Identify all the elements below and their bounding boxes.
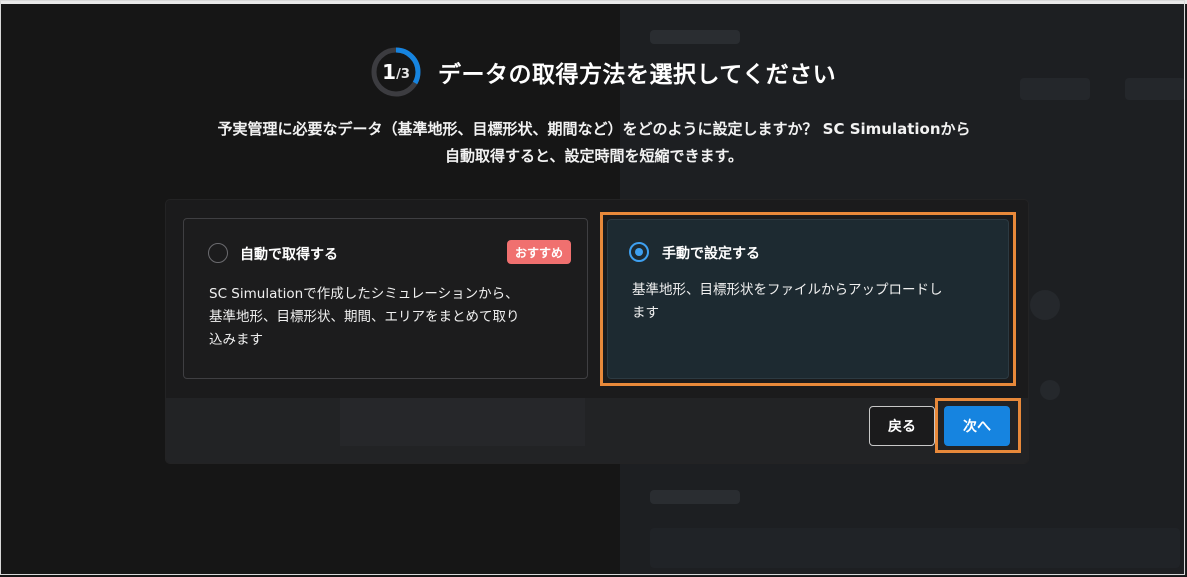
option-description-line: 込みます — [209, 332, 263, 348]
recommended-badge: おすすめ — [507, 240, 571, 264]
description: 予実管理に必要なデータ（基準地形、目標形状、期間など）をどのように設定しますか？… — [120, 116, 1068, 170]
background-ghost — [340, 398, 585, 446]
step-indicator: 1 / 3 — [370, 46, 422, 98]
background-ghost — [1020, 78, 1090, 100]
option-card-auto[interactable]: 自動で取得する おすすめ SC Simulationで作成したシミュレーションか… — [183, 218, 588, 379]
wizard-header: 1 / 3 データの取得方法を選択してください — [370, 46, 836, 98]
next-button[interactable]: 次へ — [944, 406, 1010, 446]
step-progress-ring: 1 / 3 — [370, 46, 422, 98]
option-title: 自動で取得する — [240, 247, 338, 263]
background-ghost — [1030, 290, 1060, 320]
option-description-line: 基準地形、目標形状をファイルからアップロードし — [632, 282, 943, 298]
step-total: 3 — [400, 67, 410, 82]
radio-auto[interactable] — [208, 243, 228, 263]
background-ghost — [650, 30, 740, 44]
option-description-line: 基準地形、目標形状、期間、エリアをまとめて取り — [209, 309, 520, 325]
option-description-line: SC Simulationで作成したシミュレーションから、 — [209, 286, 519, 302]
page-title: データの取得方法を選択してください — [438, 62, 837, 88]
description-line: 自動取得すると、設定時間を短縮できます。 — [445, 147, 743, 165]
background-ghost — [1040, 380, 1060, 400]
radio-manual[interactable] — [629, 242, 649, 262]
option-description-line: ます — [632, 305, 659, 321]
option-card-manual[interactable]: 手動で設定する 基準地形、目標形状をファイルからアップロードし ます — [607, 219, 1009, 379]
back-button[interactable]: 戻る — [869, 406, 935, 446]
option-title: 手動で設定する — [662, 246, 760, 262]
background-ghost — [650, 490, 740, 504]
step-current: 1 — [382, 60, 397, 84]
background-ghost — [1125, 78, 1185, 100]
option-description: 基準地形、目標形状をファイルからアップロードし ます — [632, 279, 988, 325]
background-ghost — [650, 528, 1180, 568]
description-line: 予実管理に必要なデータ（基準地形、目標形状、期間など）をどのように設定しますか？… — [217, 120, 971, 138]
option-description: SC Simulationで作成したシミュレーションから、 基準地形、目標形状、… — [209, 283, 565, 352]
